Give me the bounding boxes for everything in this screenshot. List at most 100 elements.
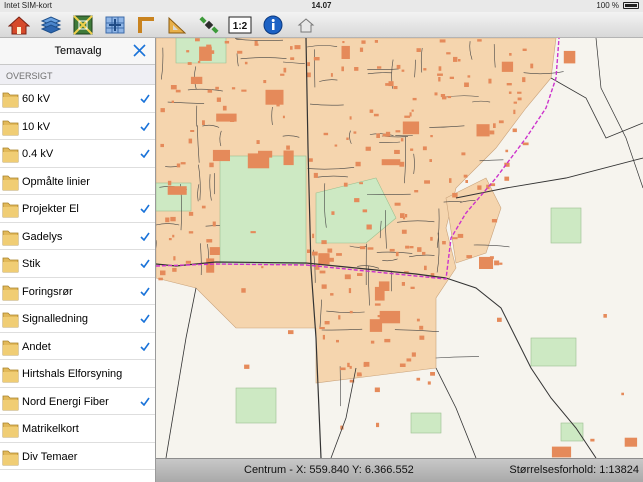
building <box>427 381 431 385</box>
layers-button[interactable] <box>40 15 62 35</box>
building <box>430 372 435 376</box>
theme-row[interactable]: Andet <box>0 333 155 360</box>
building <box>286 145 290 150</box>
theme-row[interactable]: 60 kV <box>0 85 155 113</box>
building <box>170 216 176 222</box>
road-northeast <box>550 77 643 139</box>
scale-button[interactable]: 1:2 <box>228 15 252 35</box>
building <box>563 50 576 64</box>
building <box>282 115 285 119</box>
building <box>476 124 490 137</box>
folder-icon <box>2 395 19 410</box>
building <box>165 217 170 223</box>
building <box>330 293 334 296</box>
building <box>208 50 215 54</box>
map-canvas[interactable] <box>156 38 643 458</box>
building <box>347 362 350 368</box>
building <box>401 282 405 286</box>
building <box>389 248 395 252</box>
line-tool-button[interactable] <box>136 15 158 35</box>
theme-row[interactable]: Matrikelkort <box>0 415 155 443</box>
toolbar: 1:2 <box>0 12 643 38</box>
building <box>517 97 522 101</box>
building <box>624 437 638 447</box>
checkmark-icon <box>140 149 150 158</box>
building <box>356 373 362 377</box>
small-house-button[interactable] <box>295 15 317 35</box>
building <box>530 63 534 69</box>
building <box>497 317 502 322</box>
bottom-bar: Centrum - X: 559.840 Y: 6.366.552 Større… <box>156 458 643 482</box>
home-icon <box>7 16 31 35</box>
building <box>329 257 334 262</box>
building <box>422 251 426 255</box>
building <box>401 229 407 234</box>
building <box>353 131 357 134</box>
svg-text:1:2: 1:2 <box>233 21 248 32</box>
building <box>250 231 256 234</box>
green-south-west <box>235 387 277 424</box>
theme-row[interactable]: Signalledning <box>0 305 155 333</box>
building <box>477 39 482 42</box>
building <box>396 64 401 69</box>
building <box>216 97 221 102</box>
status-right: 100 % <box>596 1 639 10</box>
info-button[interactable] <box>262 15 284 35</box>
building <box>359 246 366 250</box>
building <box>197 60 201 64</box>
theme-row[interactable]: Nord Energi Fiber <box>0 388 155 415</box>
building <box>283 150 294 166</box>
theme-row[interactable]: Projekter El <box>0 195 155 223</box>
theme-row[interactable]: 0.4 kV <box>0 140 155 168</box>
home-button[interactable] <box>7 15 31 35</box>
triangle-tool-button[interactable] <box>166 15 188 35</box>
building <box>399 161 405 167</box>
scale-ratio: Størrelsesforhold: 1:13824 <box>509 464 639 476</box>
theme-row[interactable]: Hirtshals Elforsyning <box>0 360 155 388</box>
building <box>321 240 327 245</box>
theme-row[interactable]: 10 kV <box>0 113 155 140</box>
building <box>491 219 498 223</box>
building <box>288 330 294 335</box>
theme-row[interactable]: Div Temaer <box>0 443 155 470</box>
gps-button[interactable] <box>198 15 220 35</box>
building <box>411 352 416 357</box>
building <box>522 77 526 83</box>
building <box>290 57 295 60</box>
building <box>322 334 325 340</box>
building <box>343 182 348 187</box>
building <box>424 180 430 184</box>
building <box>419 325 424 330</box>
clock: 14.07 <box>311 1 332 10</box>
theme-row[interactable]: Stik <box>0 250 155 278</box>
road-south-east <box>435 367 477 458</box>
building <box>280 73 285 76</box>
building <box>241 288 246 293</box>
building <box>424 265 427 271</box>
building <box>319 270 326 274</box>
building <box>410 148 414 151</box>
building <box>244 364 250 369</box>
building <box>374 387 380 393</box>
building <box>207 89 213 93</box>
building <box>340 367 346 371</box>
building <box>363 363 366 367</box>
theme-row[interactable]: Opmålte linier <box>0 168 155 195</box>
building <box>201 205 206 209</box>
building <box>172 267 177 272</box>
building <box>501 61 514 72</box>
building <box>551 446 572 458</box>
theme-row[interactable]: Foringsrør <box>0 278 155 305</box>
map-extent-button[interactable] <box>72 15 94 35</box>
building <box>385 131 391 137</box>
folder-icon <box>2 312 19 328</box>
map-view[interactable] <box>156 38 643 458</box>
close-button[interactable] <box>132 43 147 58</box>
building <box>489 256 494 259</box>
theme-row[interactable]: Gadelys <box>0 223 155 250</box>
building <box>222 105 227 111</box>
building <box>453 56 458 62</box>
checkmark-icon <box>140 122 150 131</box>
building <box>464 82 469 87</box>
grid-button[interactable] <box>104 15 126 35</box>
